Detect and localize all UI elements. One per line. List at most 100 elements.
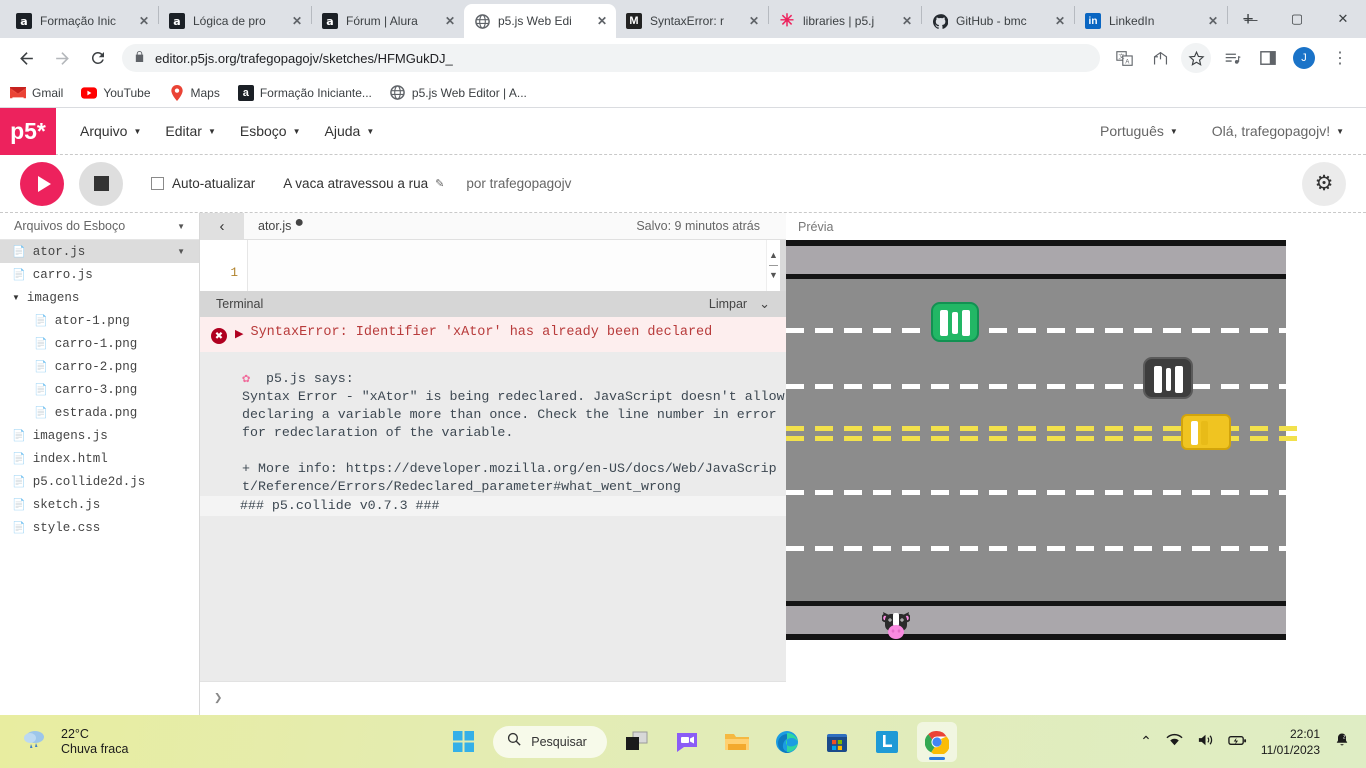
chevron-down-icon[interactable]: ▼ <box>177 222 185 231</box>
bookmark-formacao[interactable]: a Formação Iniciante... <box>237 84 372 101</box>
scroll-thumb[interactable] <box>769 265 778 266</box>
menu-ajuda[interactable]: Ajuda ▼ <box>325 123 375 139</box>
bookmark-youtube[interactable]: YouTube <box>81 85 151 101</box>
stop-button[interactable] <box>79 161 123 206</box>
browser-tab-4[interactable]: M SyntaxError: r ✕ <box>616 4 768 38</box>
code-text-area[interactable] <box>248 240 766 291</box>
reading-list-icon[interactable] <box>1217 43 1247 73</box>
file-item-carro-js[interactable]: 📄 carro.js <box>0 263 199 286</box>
file-item-style-css[interactable]: 📄 style.css <box>0 516 199 539</box>
close-icon[interactable]: ✕ <box>594 13 610 29</box>
file-item-index-html[interactable]: 📄 index.html <box>0 447 199 470</box>
terminal-clear-button[interactable]: Limpar <box>709 297 747 311</box>
bell-icon[interactable]: z <box>1334 732 1350 751</box>
browser-tab-2[interactable]: a Fórum | Alura ✕ <box>312 4 464 38</box>
scroll-up-icon[interactable]: ▲ <box>769 251 778 260</box>
edge-icon[interactable] <box>767 722 807 762</box>
language-selector[interactable]: Português ▼ <box>1100 123 1178 139</box>
file-item-imagens-js[interactable]: 📄 imagens.js <box>0 424 199 447</box>
bookmark-maps[interactable]: Maps <box>169 84 220 101</box>
file-item-ator-js[interactable]: 📄 ator.js ▼ <box>0 240 199 263</box>
search-input[interactable]: Pesquisar <box>493 725 607 758</box>
bookmark-p5-editor[interactable]: p5.js Web Editor | A... <box>390 85 527 101</box>
folder-item-imagens[interactable]: ▼ imagens <box>0 286 199 309</box>
browser-tab-3-active[interactable]: p5.js Web Edi ✕ <box>464 4 616 38</box>
chrome-icon[interactable] <box>916 721 957 762</box>
taskbar-clock[interactable]: 22:01 11/01/2023 <box>1261 726 1320 758</box>
chevron-down-icon[interactable]: ▼ <box>12 293 20 302</box>
browser-tab-5[interactable]: ✳ libraries | p5.j ✕ <box>769 4 921 38</box>
address-bar[interactable]: editor.p5js.org/trafegopagojv/sketches/H… <box>122 44 1100 72</box>
lane-dash-row-4 <box>786 546 1297 551</box>
microsoft-store-icon[interactable] <box>817 722 857 762</box>
terminal-prompt[interactable]: ❯ <box>200 681 786 715</box>
close-icon[interactable]: ✕ <box>1205 13 1221 29</box>
p5-logo[interactable]: p5* <box>0 107 56 155</box>
tab-title: Formação Inic <box>40 14 117 28</box>
close-icon[interactable]: ✕ <box>746 13 762 29</box>
p5-main-body: Arquivos do Esboço ▼ 📄 ator.js ▼ 📄 carro… <box>0 212 1366 715</box>
sidepanel-icon[interactable] <box>1253 43 1283 73</box>
browser-tab-0[interactable]: a Formação Inic ✕ <box>6 4 158 38</box>
battery-icon[interactable] <box>1228 734 1247 750</box>
editor-tab-ator-js[interactable]: ator.js ● <box>244 215 304 234</box>
file-explorer-icon[interactable] <box>717 722 757 762</box>
sketch-canvas[interactable] <box>786 240 1297 640</box>
sketch-name[interactable]: A vaca atravessou a rua ✎ <box>283 176 444 191</box>
close-icon[interactable]: ✕ <box>442 13 458 29</box>
scroll-down-icon[interactable]: ▼ <box>769 271 778 280</box>
code-scrollbar[interactable]: ▲ ▼ <box>766 240 780 291</box>
share-icon[interactable] <box>1145 43 1175 73</box>
volume-icon[interactable] <box>1197 733 1214 750</box>
sidebar-header[interactable]: Arquivos do Esboço ▼ <box>0 213 199 240</box>
weather-widget[interactable]: 22°C Chuva fraca <box>0 727 260 757</box>
avatar[interactable]: J <box>1289 43 1319 73</box>
autorefresh-checkbox[interactable]: Auto-atualizar <box>151 176 255 191</box>
menu-editar[interactable]: Editar ▼ <box>165 123 216 139</box>
file-item-carro-3-png[interactable]: 📄 carro-3.png <box>0 378 199 401</box>
pencil-icon[interactable]: ✎ <box>435 177 444 190</box>
file-item-sketch-js[interactable]: 📄 sketch.js <box>0 493 199 516</box>
translate-icon[interactable]: 文A <box>1109 43 1139 73</box>
bookmark-gmail[interactable]: Gmail <box>10 85 63 101</box>
chevron-down-icon[interactable]: ▼ <box>177 247 185 256</box>
minimize-button[interactable]: — <box>1228 2 1274 36</box>
chat-icon[interactable] <box>667 722 707 762</box>
account-menu[interactable]: Olá, trafegopagojv! ▼ <box>1212 123 1344 139</box>
windows-start-icon[interactable] <box>443 722 483 762</box>
chevron-up-icon[interactable]: ⌃ <box>1140 733 1152 750</box>
linkedin-app-icon[interactable] <box>867 722 907 762</box>
close-window-button[interactable]: ✕ <box>1320 2 1366 36</box>
close-icon[interactable]: ✕ <box>1052 13 1068 29</box>
browser-tab-6[interactable]: GitHub - bmc ✕ <box>922 4 1074 38</box>
chrome-menu-icon[interactable]: ⋮ <box>1325 43 1355 73</box>
checkbox-box[interactable] <box>151 177 164 190</box>
file-item-carro-1-png[interactable]: 📄 carro-1.png <box>0 332 199 355</box>
expand-triangle-icon[interactable]: ▶ <box>235 324 243 340</box>
menu-arquivo[interactable]: Arquivo ▼ <box>80 123 141 139</box>
browser-tab-1[interactable]: a Lógica de pro ✕ <box>159 4 311 38</box>
code-editor[interactable]: 1 ▲ ▼ <box>200 240 786 291</box>
file-item-estrada-png[interactable]: 📄 estrada.png <box>0 401 199 424</box>
collide-version-line: ### p5.collide v0.7.3 ### <box>200 496 786 516</box>
browser-tab-7[interactable]: in LinkedIn ✕ <box>1075 4 1227 38</box>
gear-icon[interactable]: ⚙ <box>1302 161 1346 206</box>
file-item-ator-1-png[interactable]: 📄 ator-1.png <box>0 309 199 332</box>
close-icon[interactable]: ✕ <box>136 13 152 29</box>
task-view-icon[interactable] <box>617 722 657 762</box>
reload-icon[interactable] <box>83 43 113 73</box>
chevron-down-icon[interactable]: ⌄ <box>759 296 770 312</box>
maximize-button[interactable]: ▢ <box>1274 2 1320 36</box>
play-button[interactable] <box>20 161 64 206</box>
close-icon[interactable]: ✕ <box>289 13 305 29</box>
menu-esboco[interactable]: Esboço ▼ <box>240 123 301 139</box>
bookmark-star-icon[interactable] <box>1181 43 1211 73</box>
close-icon[interactable]: ✕ <box>899 13 915 29</box>
file-item-p5-collide2d-js[interactable]: 📄 p5.collide2d.js <box>0 470 199 493</box>
wifi-icon[interactable] <box>1166 733 1183 750</box>
collapse-sidebar-button[interactable]: ‹ <box>200 212 244 240</box>
back-icon[interactable] <box>11 43 41 73</box>
browser-tab-strip: a Formação Inic ✕ a Lógica de pro ✕ a Fó… <box>0 0 1366 38</box>
file-item-carro-2-png[interactable]: 📄 carro-2.png <box>0 355 199 378</box>
forward-icon[interactable] <box>47 43 77 73</box>
